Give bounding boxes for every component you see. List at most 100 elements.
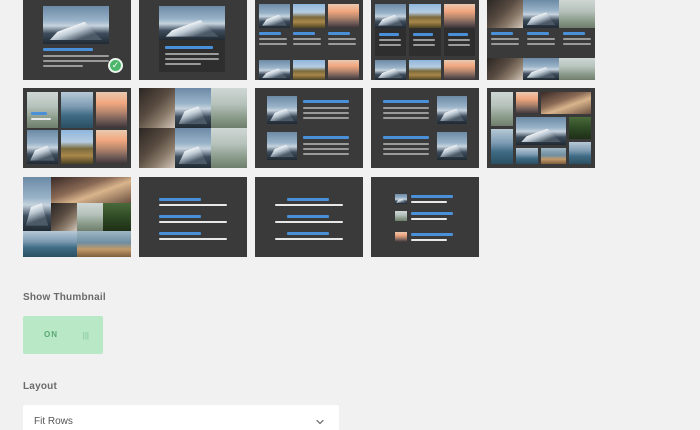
tile-image [516,148,538,164]
tile-image [437,132,467,160]
tile-title-bar [165,46,213,49]
tile-title-bar [303,100,349,103]
tile-text-line [275,238,343,240]
tile-text-line [527,43,555,45]
tile-title-bar [383,100,429,103]
tile-title-bar [43,48,93,51]
tile-image [211,128,247,168]
tile-image [395,232,407,242]
tile-text-line [159,238,227,240]
tile-image [259,60,290,80]
tile-text-line [448,39,470,41]
tile-image [569,117,591,139]
tile-image [375,4,406,28]
tile-image [444,4,475,28]
tile-text-line [527,38,555,40]
tile-image [437,96,467,124]
tile-image [559,58,595,80]
tile-image [395,211,407,221]
tile-image [139,88,175,128]
tile-image [293,60,325,80]
layout-option-8[interactable] [255,88,363,168]
tile-text-line [165,53,219,55]
tile-text-line [379,44,401,46]
layout-option-6[interactable] [23,88,131,168]
tile-title-bar [293,32,315,35]
tile-title-bar [287,198,329,201]
tile-text-line [303,112,349,114]
layout-select[interactable]: Fit Rows [23,405,339,430]
tile-text-line [303,117,349,119]
layout-option-4[interactable] [371,0,479,80]
tile-text-line [411,218,447,220]
tile-title-bar [328,32,350,35]
layout-option-12[interactable] [139,177,247,257]
tile-image [487,0,523,28]
tile-text-line [293,43,321,45]
tile-title-bar [491,32,513,35]
tile-image [96,130,127,164]
tile-text-line [303,107,349,109]
tile-text-line [328,43,356,45]
tile-text-line [383,107,429,109]
tile-image [293,4,325,28]
toggle-grip-icon: ||| [82,331,89,340]
tile-image [395,194,407,204]
tile-text-line [563,38,591,40]
tile-image [523,0,559,28]
tile-text-line [43,65,83,67]
tile-caption-box [159,40,225,72]
layout-option-3[interactable] [255,0,363,80]
tile-title-bar [383,136,429,139]
show-thumbnail-label: Show Thumbnail [23,292,106,303]
layout-select-value: Fit Rows [34,416,73,427]
tile-text-line [275,204,343,206]
layout-option-14[interactable] [371,177,479,257]
layout-option-9[interactable] [371,88,479,168]
tile-text-line [411,201,447,203]
layout-option-11[interactable] [23,177,131,257]
tile-title-bar [287,215,329,218]
tile-image [27,130,58,164]
tile-image [77,203,103,231]
tile-text-line [159,221,227,223]
tile-text-line [383,112,429,114]
layout-option-5[interactable] [487,0,595,80]
layout-option-1[interactable]: ✓ [23,0,131,80]
tile-image [559,0,595,28]
tile-image [409,60,441,80]
tile-title-bar [563,32,585,35]
tile-title-bar [287,232,329,235]
layout-option-2[interactable] [139,0,247,80]
tile-image [259,4,290,28]
tile-image [267,96,297,124]
show-thumbnail-toggle[interactable]: ON ||| [23,316,103,354]
tile-text-line [303,143,349,145]
tile-image [61,130,93,164]
tile-image [27,92,58,128]
layout-option-10[interactable] [487,88,595,168]
tile-image [328,4,359,28]
tile-text-line [303,153,349,155]
tile-text-line [293,38,321,40]
toggle-state-text: ON [44,330,58,339]
tile-title-bar [411,212,453,215]
layout-option-7[interactable] [139,88,247,168]
tile-text-line [448,44,470,46]
tile-text-line [379,39,401,41]
tile-image [491,129,513,164]
tile-image [541,148,566,164]
tile-text-line [303,148,349,150]
tile-title-bar [411,233,453,236]
tile-image [516,92,538,114]
tile-image [23,231,77,257]
tile-text-line [159,204,227,206]
layout-label: Layout [23,381,57,392]
tile-text-line [411,239,447,241]
tile-image [139,128,175,168]
tile-text-line [259,43,287,45]
tile-image [491,92,513,126]
layout-option-13[interactable] [255,177,363,257]
chevron-down-icon [316,419,324,425]
tile-image [103,203,131,231]
